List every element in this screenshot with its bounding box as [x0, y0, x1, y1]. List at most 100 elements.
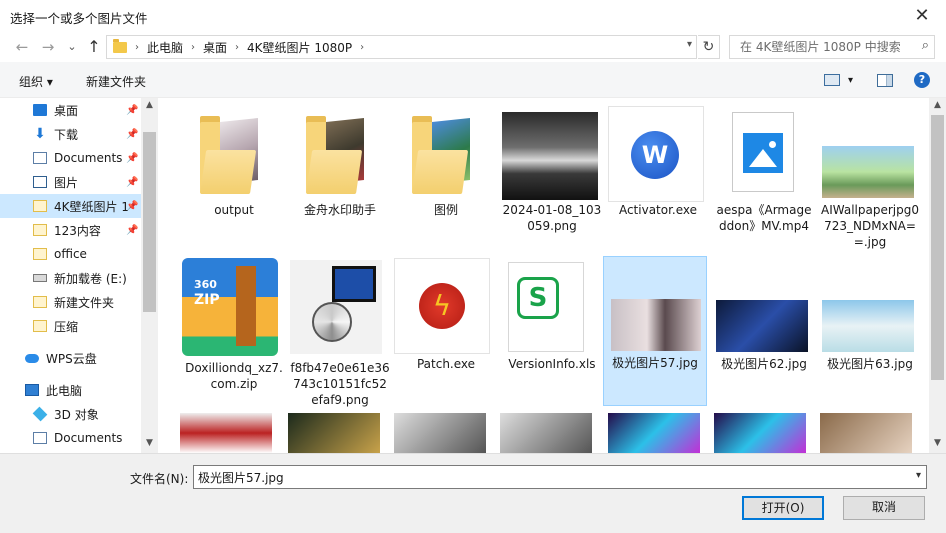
sidebar-item-documents[interactable]: Documents 📌	[0, 146, 141, 170]
scrollbar-thumb[interactable]	[143, 132, 156, 312]
lightning-icon: ϟ	[419, 283, 465, 329]
image-thumbnail[interactable]	[714, 413, 806, 453]
sidebar-item-documents-pc[interactable]: Documents	[0, 426, 141, 450]
pin-icon[interactable]: 📌	[126, 153, 138, 164]
sidebar-item-office[interactable]: office	[0, 242, 141, 266]
breadcrumb-separator[interactable]: ›	[360, 42, 364, 53]
image-thumbnail[interactable]	[394, 413, 486, 453]
help-icon[interactable]: ?	[914, 72, 930, 88]
sidebar-item-drive-e[interactable]: 新加载卷 (E:)	[0, 266, 141, 290]
file-item-mp4[interactable]: aespa《Armageddon》MV.mp4	[712, 104, 816, 254]
view-options-chevron-icon[interactable]: ▾	[848, 75, 853, 86]
pin-icon[interactable]: 📌	[126, 129, 138, 140]
refresh-icon[interactable]: ↻	[698, 35, 720, 59]
address-bar[interactable]: › 此电脑 › 桌面 › 4K壁纸图片 1080P › ▾	[106, 35, 697, 59]
pin-icon[interactable]: 📌	[126, 105, 138, 116]
file-item-screenshot-png[interactable]: 2024-01-08_103059.png	[500, 104, 604, 254]
scrollbar-thumb[interactable]	[931, 115, 944, 380]
folder-icon	[33, 224, 47, 236]
image-thumbnail[interactable]	[500, 413, 592, 453]
download-icon: ⬇	[34, 126, 46, 142]
cancel-button[interactable]: 取消	[843, 496, 925, 520]
search-icon[interactable]: ⌕	[922, 38, 929, 53]
folder-icon	[412, 116, 474, 194]
sidebar-item-wps-cloud[interactable]: WPS云盘	[0, 346, 141, 370]
organize-button[interactable]: 组织 ▾	[19, 73, 53, 90]
file-item-output[interactable]: output	[182, 104, 286, 254]
3d-objects-icon	[32, 406, 48, 422]
breadcrumb-desktop[interactable]: 桌面	[203, 39, 227, 56]
sidebar-item-pictures[interactable]: 图片 📌	[0, 170, 141, 194]
file-name: 极光图片62.jpg	[721, 357, 807, 371]
title-bar: 选择一个或多个图片文件 ✕	[0, 0, 946, 32]
pin-icon[interactable]: 📌	[126, 225, 138, 236]
cloud-icon	[25, 353, 39, 363]
breadcrumb-separator[interactable]: ›	[135, 42, 139, 53]
scroll-up-icon[interactable]: ▲	[141, 100, 158, 110]
file-item-watermark-helper[interactable]: 金舟水印助手	[288, 104, 392, 254]
file-item-legend[interactable]: 图例	[394, 104, 498, 254]
file-item-aurora-57[interactable]: 极光图片57.jpg	[603, 256, 707, 406]
file-name: aespa《Armageddon》MV.mp4	[716, 203, 812, 233]
file-name: output	[214, 203, 254, 217]
sidebar-item-3d-objects[interactable]: 3D 对象	[0, 402, 141, 426]
recent-locations-chevron-icon[interactable]: ⌄	[62, 37, 82, 57]
sidebar-item-new-folder[interactable]: 新建文件夹	[0, 290, 141, 314]
close-icon[interactable]: ✕	[910, 4, 934, 28]
sidebar-item-downloads[interactable]: ⬇ 下载 📌	[0, 122, 141, 146]
filename-combobox[interactable]: ▾	[193, 465, 927, 489]
sidebar-item-4k-wallpapers[interactable]: 4K壁纸图片 1 📌	[0, 194, 141, 218]
up-arrow-icon[interactable]: ↑	[84, 37, 104, 57]
sidebar-item-label: 123内容	[54, 223, 101, 238]
filename-input[interactable]	[194, 466, 894, 488]
back-arrow-icon[interactable]: ←	[12, 37, 32, 57]
preview-pane-icon[interactable]	[877, 74, 893, 87]
scroll-up-icon[interactable]: ▲	[929, 100, 946, 110]
window-title: 选择一个或多个图片文件	[10, 11, 148, 26]
file-item-patch-exe[interactable]: ϟ Patch.exe	[394, 258, 498, 408]
file-name: AIWallpaperjpg0723_NDMxNA==.jpg	[821, 203, 919, 249]
scroll-down-icon[interactable]: ▼	[929, 438, 946, 448]
file-item-ai-wallpaper[interactable]: AIWallpaperjpg0723_NDMxNA==.jpg	[818, 104, 922, 254]
sidebar-item-this-pc[interactable]: 此电脑	[0, 378, 141, 402]
change-view-icon[interactable]	[824, 74, 840, 86]
content-scrollbar[interactable]: ▲ ▼	[929, 98, 946, 453]
file-item-xls[interactable]: S VersionInfo.xls	[500, 258, 604, 408]
image-thumbnail[interactable]	[820, 413, 912, 453]
pin-icon[interactable]: 📌	[126, 201, 138, 212]
chevron-down-icon[interactable]: ▾	[687, 39, 692, 50]
search-box[interactable]: ⌕	[729, 35, 935, 59]
breadcrumb-separator[interactable]: ›	[235, 42, 239, 53]
sidebar-item-label: office	[54, 247, 87, 261]
search-input[interactable]	[730, 36, 910, 58]
folder-icon	[33, 248, 47, 260]
video-file-icon	[732, 112, 794, 192]
new-folder-button[interactable]: 新建文件夹	[86, 73, 146, 90]
pictures-icon	[33, 176, 47, 188]
desktop-icon	[33, 104, 47, 116]
file-name: Doxilliondq_xz7.com.zip	[185, 361, 283, 391]
file-item-aurora-63[interactable]: 极光图片63.jpg	[818, 258, 922, 408]
pin-icon[interactable]: 📌	[126, 177, 138, 188]
folder-icon	[200, 116, 262, 194]
file-item-setup-png[interactable]: f8fb47e0e61e36743c10151fc52efaf9.png	[288, 258, 392, 408]
sidebar-scrollbar[interactable]: ▲ ▼	[141, 98, 158, 453]
chevron-down-icon[interactable]: ▾	[916, 470, 921, 481]
sidebar-item-123-content[interactable]: 123内容 📌	[0, 218, 141, 242]
image-thumbnail[interactable]	[180, 413, 272, 453]
image-thumbnail[interactable]	[288, 413, 380, 453]
breadcrumb-separator[interactable]: ›	[191, 42, 195, 53]
open-button[interactable]: 打开(O)	[742, 496, 824, 520]
sidebar-item-compress[interactable]: 压缩	[0, 314, 141, 338]
scroll-down-icon[interactable]: ▼	[141, 438, 158, 448]
image-thumbnail[interactable]	[608, 413, 700, 453]
breadcrumb-current-folder[interactable]: 4K壁纸图片 1080P	[247, 39, 352, 56]
file-item-zip[interactable]: 360 ZIP Doxilliondq_xz7.com.zip	[182, 258, 286, 408]
forward-arrow-icon[interactable]: →	[38, 37, 58, 57]
sidebar-item-label: 此电脑	[46, 383, 83, 398]
sidebar-item-desktop[interactable]: 桌面 📌	[0, 98, 141, 122]
file-item-activator-exe[interactable]: W Activator.exe	[606, 104, 710, 254]
breadcrumb-this-pc[interactable]: 此电脑	[147, 39, 183, 56]
file-item-aurora-62[interactable]: 极光图片62.jpg	[712, 258, 816, 408]
wps-writer-icon: W	[631, 131, 679, 179]
